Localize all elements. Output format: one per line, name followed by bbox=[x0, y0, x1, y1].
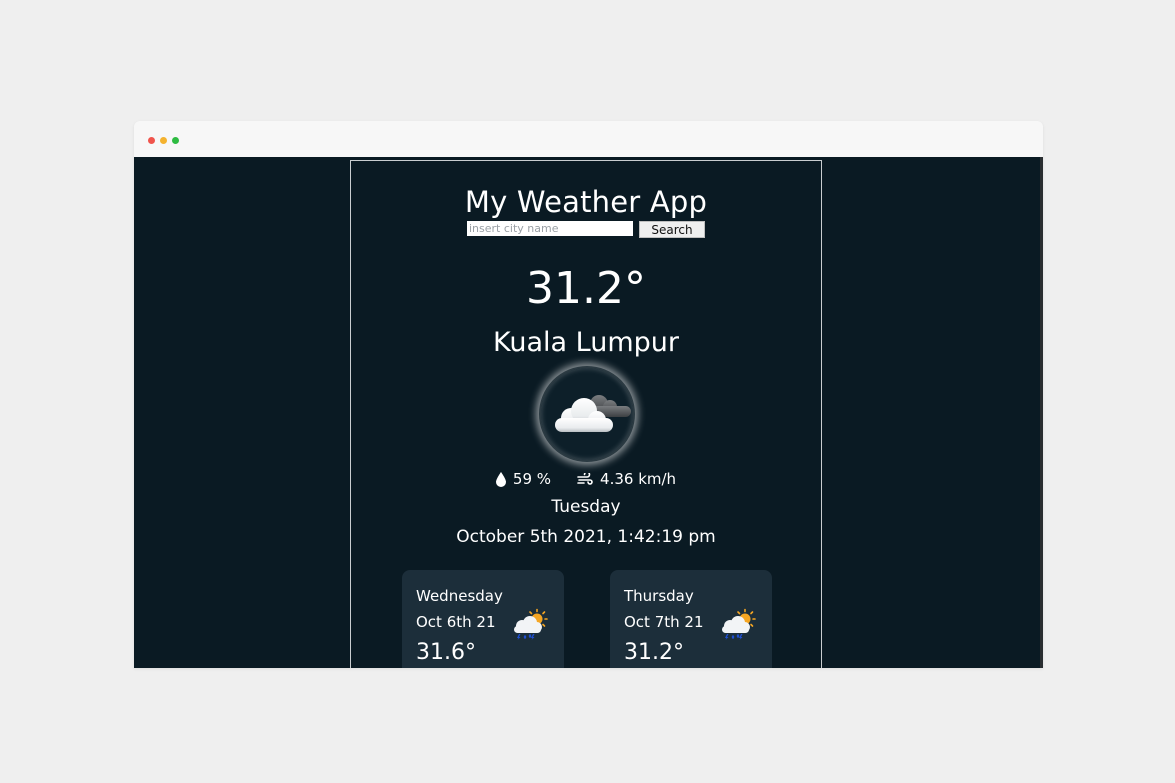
current-temperature: 31.2° bbox=[526, 263, 646, 314]
weather-app-container: My Weather App Search 31.2° Kuala Lumpur bbox=[350, 160, 822, 668]
forecast-date: Oct 7th 21 bbox=[624, 613, 704, 631]
humidity-value: 59 % bbox=[512, 470, 552, 488]
scrollbar[interactable] bbox=[1040, 157, 1043, 668]
forecast-day: Thursday bbox=[624, 587, 694, 605]
wind-stat: 4.36 km/h bbox=[577, 470, 676, 488]
thunderstorm-sun-icon bbox=[722, 608, 756, 640]
wind-speed-value: 4.36 km/h bbox=[600, 470, 677, 488]
water-drop-icon bbox=[495, 471, 506, 487]
forecast-temperature: 31.2° bbox=[624, 640, 684, 665]
page-viewport: My Weather App Search 31.2° Kuala Lumpur bbox=[134, 157, 1043, 668]
search-bar: Search bbox=[351, 221, 821, 238]
close-window-dot[interactable] bbox=[148, 137, 155, 144]
weather-icon-circle bbox=[539, 366, 635, 462]
current-day: Tuesday bbox=[551, 497, 621, 517]
wind-icon bbox=[577, 472, 593, 485]
city-name: Kuala Lumpur bbox=[493, 327, 679, 358]
browser-window: My Weather App Search 31.2° Kuala Lumpur bbox=[134, 121, 1043, 668]
city-search-input[interactable] bbox=[467, 221, 633, 236]
search-button[interactable]: Search bbox=[639, 221, 705, 238]
forecast-card: Wednesday Oct 6th 21 31.6° bbox=[402, 570, 564, 668]
weather-stats: 59 % 4.36 km/h bbox=[351, 470, 821, 488]
app-title: My Weather App bbox=[464, 185, 708, 219]
cloudy-icon bbox=[555, 395, 631, 432]
forecast-date: Oct 6th 21 bbox=[416, 613, 496, 631]
forecast-temperature: 31.6° bbox=[416, 640, 476, 665]
forecast-day: Wednesday bbox=[416, 587, 503, 605]
thunderstorm-sun-icon bbox=[514, 608, 548, 640]
minimize-window-dot[interactable] bbox=[160, 137, 167, 144]
browser-titlebar bbox=[134, 121, 1043, 158]
humidity-stat: 59 % bbox=[495, 470, 552, 488]
current-datetime: October 5th 2021, 1:42:19 pm bbox=[456, 527, 716, 547]
maximize-window-dot[interactable] bbox=[172, 137, 179, 144]
forecast-card: Thursday Oct 7th 21 31.2° bbox=[610, 570, 772, 668]
